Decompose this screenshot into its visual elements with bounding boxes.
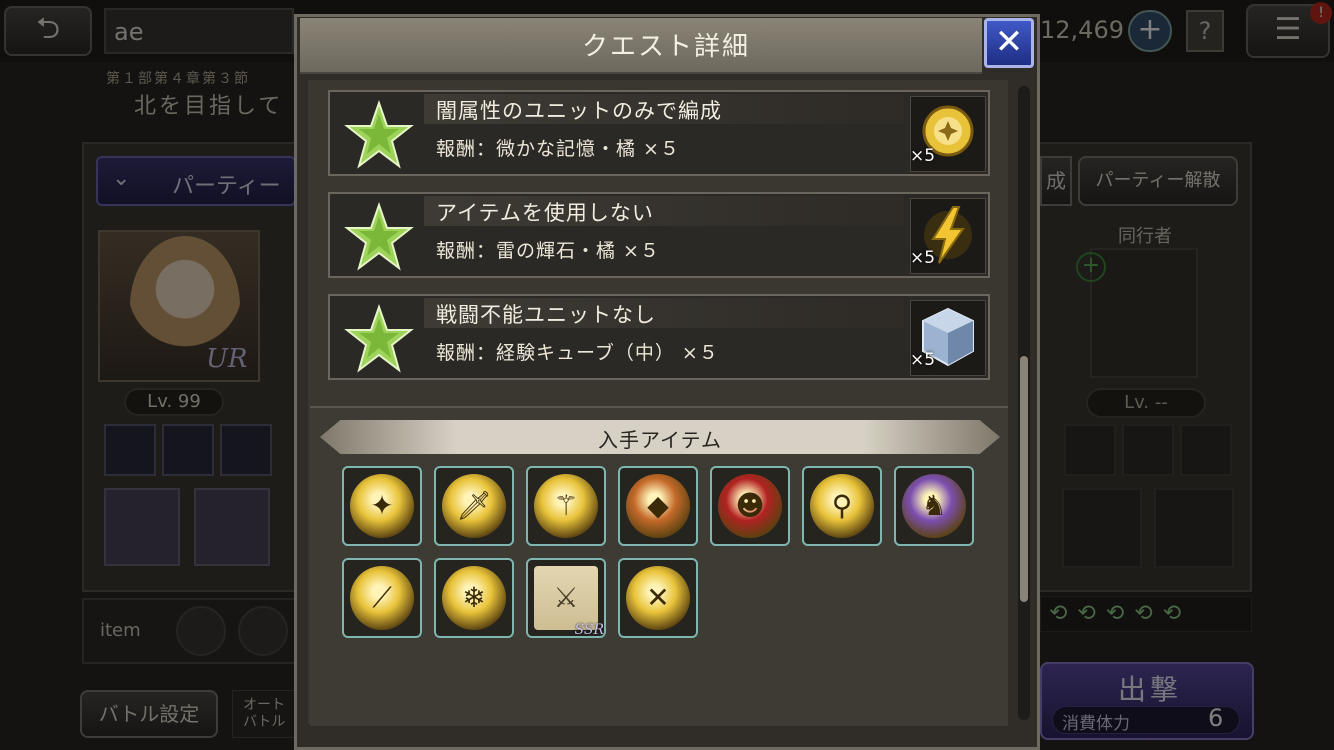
item-cell[interactable]: ⚔ SSR — [526, 558, 606, 638]
mission-row: 戦闘不能ユニットなし 報酬：経験キューブ（中） ×５ ×5 — [328, 294, 990, 380]
rarity-badge: SSR — [574, 622, 604, 638]
item-cell[interactable]: ❄ — [434, 558, 514, 638]
items-title: 入手アイテム — [598, 428, 722, 452]
mission-reward: 報酬：雷の輝石・橘 ×５ — [436, 240, 660, 262]
item-cell[interactable]: ♞ — [894, 466, 974, 546]
reward-quantity: ×5 — [910, 248, 936, 268]
item-cell[interactable]: ☻ — [710, 466, 790, 546]
mission-title: アイテムを使用しない — [436, 201, 654, 225]
item-cell[interactable]: ⚚ — [526, 466, 606, 546]
item-cell[interactable]: ✦ — [342, 466, 422, 546]
crossed-guns-orb-icon: ✕ — [646, 581, 670, 614]
scepter-orb-icon: ⚲ — [831, 489, 853, 522]
star-icon — [344, 202, 414, 271]
item-cell[interactable]: ✕ — [618, 558, 698, 638]
mission-reward: 報酬：微かな記憶・橘 ×５ — [436, 138, 680, 160]
close-button[interactable]: ✕ — [984, 18, 1034, 68]
mission-title: 戦闘不能ユニットなし — [436, 303, 656, 327]
memory-orb-icon: ✦ — [370, 489, 394, 522]
snowflake-crystal-icon: ❄ — [462, 581, 486, 614]
mission-row: 闇属性のユニットのみで編成 報酬：微かな記憶・橘 ×５ ×5 — [328, 90, 990, 176]
staff-crystal-icon: ⚚ — [553, 489, 579, 522]
close-icon: ✕ — [994, 22, 1024, 62]
item-cell[interactable]: ⚲ — [802, 466, 882, 546]
reward-quantity: ×5 — [910, 350, 936, 370]
mission-row: アイテムを使用しない 報酬：雷の輝石・橘 ×５ ×5 — [328, 192, 990, 278]
item-cell[interactable]: ⟋ — [342, 558, 422, 638]
scrollbar-thumb[interactable] — [1020, 356, 1028, 602]
weapon-scroll-icon: ⚔ — [553, 581, 579, 614]
red-mask-icon: ☻ — [735, 489, 765, 522]
dragon-icon: ♞ — [921, 489, 947, 522]
mission-title: 闇属性のユニットのみで編成 — [436, 99, 722, 123]
modal-title: クエスト詳細 — [581, 32, 750, 62]
star-icon — [344, 304, 414, 373]
spear-orb-icon: ⟋ — [372, 581, 392, 614]
reward-quantity: ×5 — [910, 146, 936, 166]
sword-crystal-icon: 🗡 — [456, 489, 492, 522]
star-icon — [344, 100, 414, 169]
item-cell[interactable]: 🗡 — [434, 466, 514, 546]
item-cell[interactable]: ◆ — [618, 466, 698, 546]
mission-reward: 報酬：経験キューブ（中） ×５ — [436, 342, 719, 364]
amber-stone-icon: ◆ — [647, 489, 669, 522]
